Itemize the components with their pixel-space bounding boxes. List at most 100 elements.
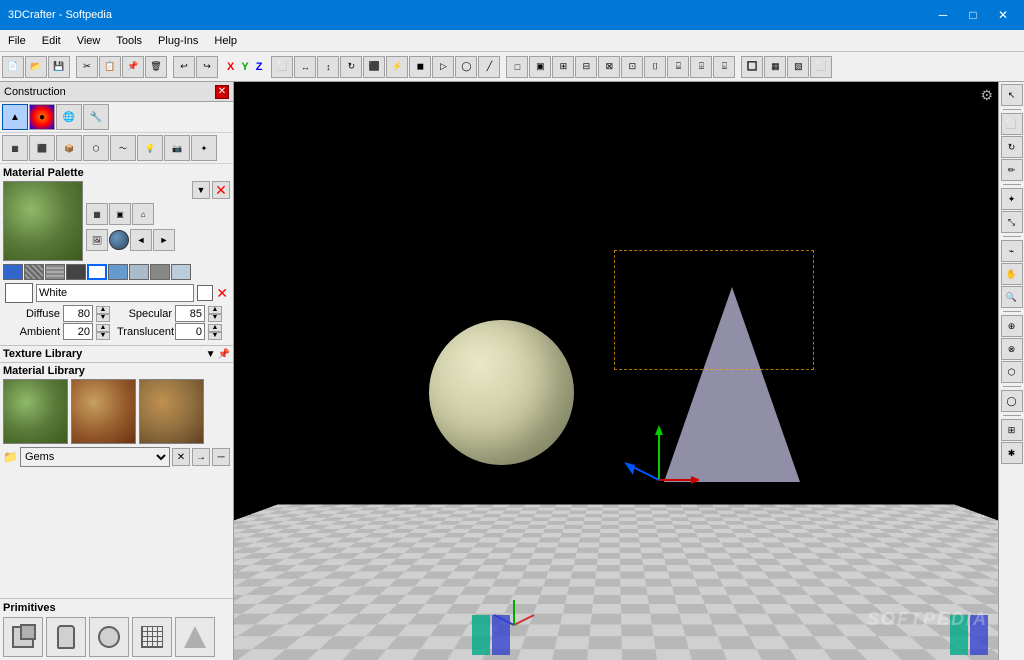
toolbar-btn9[interactable]: ◯ [455, 56, 477, 78]
material-library-select[interactable]: Gems [20, 447, 170, 467]
texture-library-pin[interactable]: 📌 [218, 349, 230, 360]
toolbar-delete[interactable]: 🗑 [145, 56, 167, 78]
ambient-down[interactable]: ▼ [96, 332, 110, 340]
viewport-settings-button[interactable]: ⚙ [980, 87, 993, 104]
close-button[interactable]: ✕ [990, 5, 1016, 25]
rt-btn-f[interactable]: ✱ [1001, 442, 1023, 464]
material-ball-preview[interactable] [109, 230, 129, 250]
rt-wand[interactable]: ⌁ [1001, 240, 1023, 262]
panel-btn-particle[interactable]: ✦ [191, 135, 217, 161]
toolbar-btn21[interactable]: 🔲 [741, 56, 763, 78]
ambient-input[interactable] [63, 323, 93, 340]
texture-library-expand[interactable]: ▼ [206, 349, 216, 360]
toolbar-paste[interactable]: 📌 [122, 56, 144, 78]
menu-help[interactable]: Help [206, 30, 245, 51]
menu-view[interactable]: View [69, 30, 109, 51]
panel-btn-curve[interactable]: 〜 [110, 135, 136, 161]
construction-close-button[interactable]: ✕ [215, 85, 229, 99]
toolbar-btn13[interactable]: ⊞ [552, 56, 574, 78]
rt-btn-e[interactable]: ⊞ [1001, 419, 1023, 441]
material-add-btn[interactable]: ✕ [172, 448, 190, 466]
material-grid-btn-1[interactable]: ▦ [86, 203, 108, 225]
panel-btn-3d[interactable]: ⬛ [29, 135, 55, 161]
toolbar-btn24[interactable]: ⬜ [810, 56, 832, 78]
rt-move[interactable]: ✦ [1001, 188, 1023, 210]
toolbar-btn19[interactable]: ⌹ [690, 56, 712, 78]
toolbar-btn2[interactable]: ↔ [294, 56, 316, 78]
primitive-cylinder[interactable] [46, 617, 86, 657]
swatch-white[interactable] [87, 264, 107, 280]
toolbar-btn5[interactable]: ⬛ [363, 56, 385, 78]
material-arrow-left[interactable]: ◄ [130, 229, 152, 251]
primitive-cone[interactable] [175, 617, 215, 657]
toolbar-new[interactable]: 📄 [2, 56, 24, 78]
rt-btn-a[interactable]: ⊕ [1001, 315, 1023, 337]
toolbar-btn15[interactable]: ⊠ [598, 56, 620, 78]
toolbar-undo[interactable]: ↩ [173, 56, 195, 78]
rt-zoom[interactable]: 🔍 [1001, 286, 1023, 308]
panel-btn-2d[interactable]: ▦ [2, 135, 28, 161]
panel-btn-color[interactable]: ● [29, 104, 55, 130]
translucent-down[interactable]: ▼ [208, 332, 222, 340]
toolbar-redo[interactable]: ↪ [196, 56, 218, 78]
toolbar-btn12[interactable]: ▣ [529, 56, 551, 78]
color-preview-box[interactable] [5, 283, 33, 303]
panel-btn-world[interactable]: 🌐 [56, 104, 82, 130]
material-thumb-2[interactable] [71, 379, 136, 444]
toolbar-btn1[interactable]: ⬜ [271, 56, 293, 78]
toolbar-btn4[interactable]: ↻ [340, 56, 362, 78]
toolbar-open[interactable]: 📂 [25, 56, 47, 78]
rt-btn-c[interactable]: ⬡ [1001, 361, 1023, 383]
material-arrow-right[interactable]: ► [153, 229, 175, 251]
primitive-sphere[interactable] [89, 617, 129, 657]
primitive-cube[interactable] [3, 617, 43, 657]
menu-edit[interactable]: Edit [34, 30, 69, 51]
toolbar-btn16[interactable]: ⊡ [621, 56, 643, 78]
panel-btn-settings[interactable]: 🔧 [83, 104, 109, 130]
toolbar-btn6[interactable]: ⚡ [386, 56, 408, 78]
material-texture-btn[interactable]: 🖼 [86, 229, 108, 251]
toolbar-btn11[interactable]: □ [506, 56, 528, 78]
panel-btn-camera[interactable]: 📷 [164, 135, 190, 161]
toolbar-btn8[interactable]: ▷ [432, 56, 454, 78]
material-preview[interactable] [3, 181, 83, 261]
color-swatch-white[interactable] [197, 285, 213, 301]
ambient-up[interactable]: ▲ [96, 324, 110, 332]
translucent-input[interactable] [175, 323, 205, 340]
toolbar-btn23[interactable]: ▧ [787, 56, 809, 78]
rt-btn-d[interactable]: ◯ [1001, 390, 1023, 412]
swatch-dark-texture[interactable] [66, 264, 86, 280]
viewport[interactable]: ⚙ SOFTPEDIA [234, 82, 998, 660]
panel-btn-light[interactable]: 💡 [137, 135, 163, 161]
swatch-blue[interactable] [3, 264, 23, 280]
diffuse-input[interactable] [63, 305, 93, 322]
toolbar-cut[interactable]: ✂ [76, 56, 98, 78]
material-thumb-3[interactable] [139, 379, 204, 444]
swatch-gray[interactable] [150, 264, 170, 280]
menu-file[interactable]: File [0, 30, 34, 51]
specular-input[interactable] [175, 305, 205, 322]
material-minus-btn[interactable]: ─ [212, 448, 230, 466]
panel-btn-arrow[interactable]: ▲ [2, 104, 28, 130]
toolbar-btn14[interactable]: ⊟ [575, 56, 597, 78]
rt-orbit[interactable]: ↻ [1001, 136, 1023, 158]
rt-select[interactable]: ⬜ [1001, 113, 1023, 135]
material-thumb-1[interactable] [3, 379, 68, 444]
toolbar-btn17[interactable]: ⌷ [644, 56, 666, 78]
menu-tools[interactable]: Tools [108, 30, 150, 51]
material-grid-btn-3[interactable]: ⌂ [132, 203, 154, 225]
swatch-blue2[interactable] [108, 264, 128, 280]
swatch-texture2[interactable] [45, 264, 65, 280]
rt-hand[interactable]: ✋ [1001, 263, 1023, 285]
swatch-texture1[interactable] [24, 264, 44, 280]
toolbar-btn3[interactable]: ↕ [317, 56, 339, 78]
menu-plugins[interactable]: Plug-Ins [150, 30, 206, 51]
panel-btn-shape[interactable]: ⬡ [83, 135, 109, 161]
toolbar-btn7[interactable]: ◼ [409, 56, 431, 78]
specular-up[interactable]: ▲ [208, 306, 222, 314]
material-folder-icon[interactable]: 📁 [3, 450, 18, 464]
material-filter-btn[interactable]: ▼ [192, 181, 210, 199]
minimize-button[interactable]: ─ [930, 5, 956, 25]
maximize-button[interactable]: □ [960, 5, 986, 25]
diffuse-down[interactable]: ▼ [96, 314, 110, 322]
